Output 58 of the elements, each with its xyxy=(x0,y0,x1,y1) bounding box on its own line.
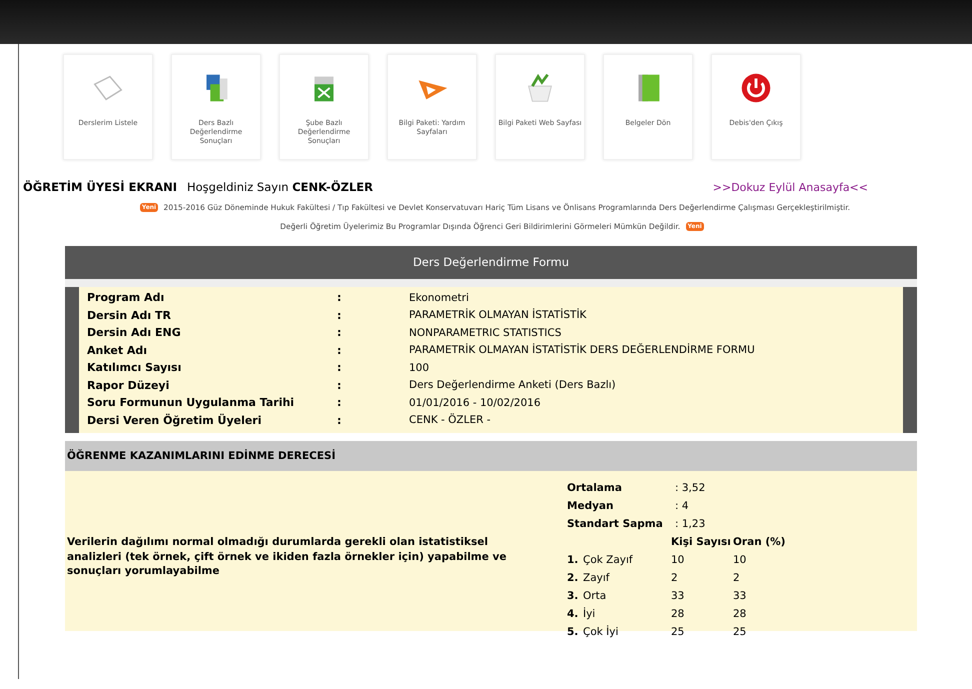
field-value: 100 xyxy=(409,362,430,374)
stat-value: : 3,52 xyxy=(675,482,706,494)
row-number: 2. xyxy=(567,572,580,584)
welcome-text: Hoşgeldiniz Sayın CENK-ÖZLER xyxy=(187,180,374,194)
rating-label: Orta xyxy=(583,590,608,602)
field-separator: : xyxy=(337,326,342,340)
stat-label: Standart Sapma xyxy=(567,518,664,530)
rating-label: İyi xyxy=(583,608,596,620)
count-cell-text: 2 xyxy=(671,572,679,584)
count-cell-text: 33 xyxy=(671,590,686,602)
field-value: PARAMETRİK OLMAYAN İSTATİSTİK DERS DEĞERLENDİRME FORMU xyxy=(409,344,756,356)
field-separator: : xyxy=(337,378,342,392)
ratio-cell-text: 28 xyxy=(733,608,748,620)
field-separator: : xyxy=(337,361,342,374)
field-label: Dersi Veren Öğretim Üyeleri xyxy=(87,414,263,427)
count-cell-text: 28 xyxy=(671,608,686,620)
column-header: Kişi Sayısı xyxy=(671,536,732,548)
stat-value: : 1,23 xyxy=(675,518,706,530)
field-separator: : xyxy=(337,291,342,304)
screen-title: ÖĞRETİM ÜYESİ EKRANI xyxy=(23,180,178,194)
outcome-text: Verilerin dağılımı normal olmadığı durumlarda gerekli olan istatistiksel analizleri (tek örnek, çift örnek ve ikiden fazla örnekler için) yapabilme ve sonuçları yorumlayabilme xyxy=(66,535,508,580)
field-value: NONPARAMETRIC STATISTICS xyxy=(409,326,562,339)
rating-label: Zayıf xyxy=(583,572,611,584)
field-separator: : xyxy=(337,396,342,410)
field-value: Ders Değerlendirme Anketi (Ders Bazlı) xyxy=(409,379,617,392)
field-label: Dersin Adı ENG xyxy=(87,326,182,340)
rating-label: Çok Zayıf xyxy=(583,554,634,566)
field-label: Katılımcı Sayısı xyxy=(87,361,182,374)
stat-label: Medyan xyxy=(567,500,614,512)
field-separator: : xyxy=(337,308,342,322)
column-header: Oran (%) xyxy=(733,536,786,548)
form-title: Ders Değerlendirme Formu xyxy=(65,246,917,287)
stat-value: : 4 xyxy=(675,500,690,512)
home-link[interactable]: >>Dokuz Eylül Anasayfa<< xyxy=(712,180,868,194)
count-cell-text: 10 xyxy=(671,554,686,566)
field-value: Ekonometri xyxy=(409,292,470,304)
rating-label: Çok İyi xyxy=(583,626,620,638)
ratio-cell-text: 25 xyxy=(733,626,748,638)
field-label: Soru Formunun Uygulanma Tarihi xyxy=(87,396,296,410)
row-number: 5. xyxy=(567,626,580,638)
stat-label: Ortalama xyxy=(567,482,623,494)
field-value: PARAMETRİK OLMAYAN İSTATİSTİK xyxy=(409,309,588,322)
field-label: Anket Adı xyxy=(87,344,148,357)
field-value: CENK - ÖZLER - xyxy=(409,414,492,426)
section-title: ÖĞRENME KAZANIMLARINI EDİNME DERECESİ xyxy=(65,441,917,471)
ratio-cell-text: 10 xyxy=(733,554,748,566)
field-separator: : xyxy=(337,414,342,427)
count-cell-text: 25 xyxy=(671,626,686,638)
field-label: Dersin Adı TR xyxy=(87,308,172,322)
field-label: Program Adı xyxy=(87,291,166,304)
row-number: 1. xyxy=(567,554,580,566)
field-separator: : xyxy=(337,344,342,357)
ratio-cell-text: 2 xyxy=(733,572,741,584)
field-value: 01/01/2016 - 10/02/2016 xyxy=(409,396,542,409)
field-label: Rapor Düzeyi xyxy=(87,378,170,392)
row-number: 3. xyxy=(567,590,580,602)
row-number: 4. xyxy=(567,608,580,620)
ratio-cell-text: 33 xyxy=(733,590,748,602)
